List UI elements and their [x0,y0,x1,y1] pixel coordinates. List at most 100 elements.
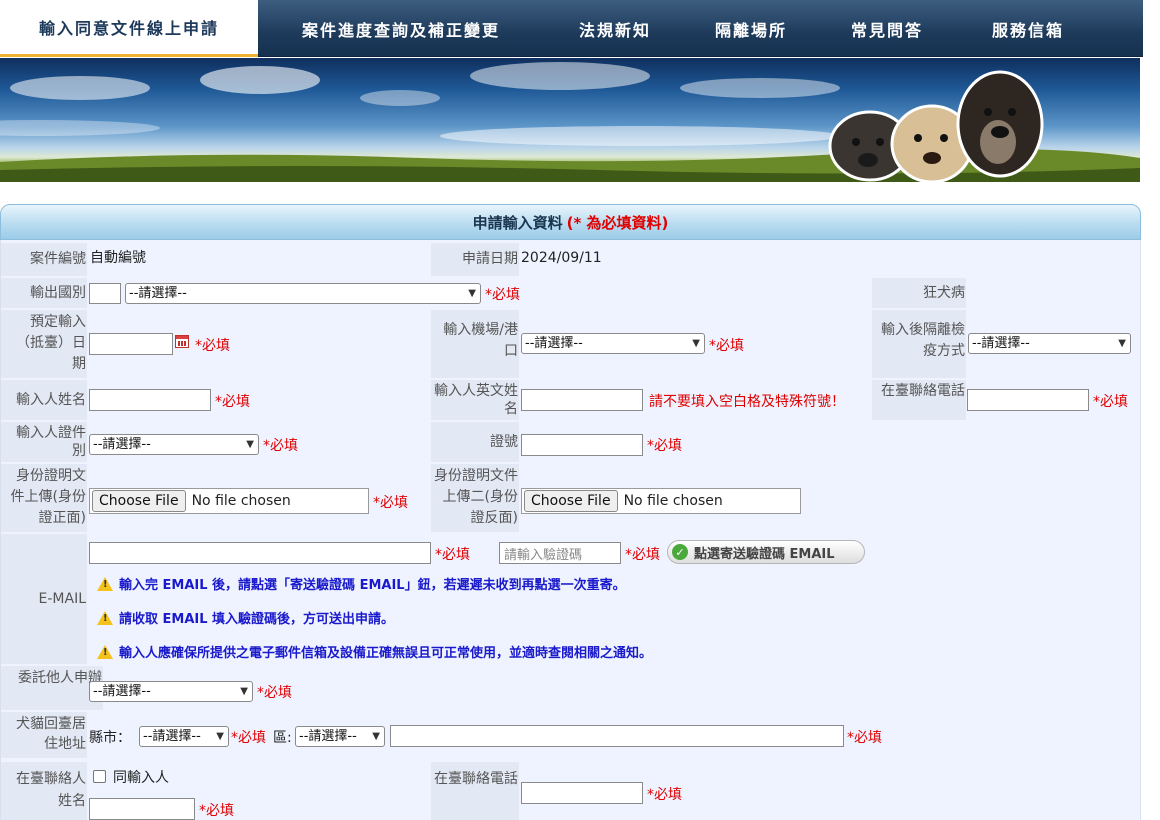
export-country-select-value: --請選擇-- [129,286,187,301]
required-note: (* 為必填資料) [566,213,669,232]
quarantine-method-label: 輸入後隔離檢疫方式 [872,310,966,378]
chevron-down-icon: ▼ [246,439,254,450]
contact-name-input[interactable] [89,798,195,820]
id-front-file-input[interactable]: Choose File No file chosen [89,488,369,514]
choose-file-button[interactable]: Choose File [524,490,618,512]
importer-name-input[interactable] [89,389,211,411]
warning-icon [97,610,113,625]
import-port-select[interactable]: --請選擇-- ▼ [521,333,705,354]
chevron-down-icon: ▼ [216,731,224,742]
chevron-down-icon: ▼ [468,288,476,299]
required-mark: *必填 [231,730,266,746]
district-label: 區: [273,730,292,746]
delegate-select[interactable]: --請選擇-- ▼ [89,681,253,702]
same-as-importer-label[interactable]: 同輸入人 [113,767,169,787]
notice-text: 輸入完 EMAIL 後，請點選「寄送驗證碼 EMAIL」鈕，若遲遲未收到再點選一… [119,578,626,593]
required-mark: *必填 [1093,394,1128,410]
contact-phone-label: 在臺聯絡電話 [431,762,519,820]
warning-icon [97,644,113,659]
tab-online-application[interactable]: 輸入同意文件線上申請 [0,0,258,57]
required-mark: *必填 [647,438,682,454]
district-select[interactable]: --請選擇-- ▼ [295,726,385,747]
notice-text: 請收取 EMAIL 填入驗證碼後，方可送出申請。 [119,612,395,627]
contact-phone-input[interactable] [521,782,643,804]
required-mark: *必填 [195,338,230,354]
import-port-select-value: --請選擇-- [525,336,583,351]
required-mark: *必填 [215,394,250,410]
tab-case-progress[interactable]: 案件進度查詢及補正變更 [268,0,534,57]
case-no-value: 自動編號 [90,250,146,266]
importer-en-name-label: 輸入人英文姓名 [431,380,519,420]
delegate-label: 委託他人申辦 [1,666,103,710]
importer-en-name-input[interactable] [521,389,643,411]
tw-phone-input[interactable] [967,389,1089,411]
required-mark: *必填 [485,287,520,303]
tab-service-mailbox[interactable]: 服務信箱 [968,0,1088,57]
send-verification-email-button[interactable]: ✓ 點選寄送驗證碼 EMAIL [667,540,865,564]
email-notice: 請收取 EMAIL 填入驗證碼後，方可送出申請。 [97,608,394,627]
apply-date-label: 申請日期 [431,243,519,276]
chevron-down-icon: ▼ [1118,338,1126,349]
city-select-value: --請選擇-- [143,729,201,744]
required-mark: *必填 [199,803,234,819]
export-country-select[interactable]: --請選擇-- ▼ [125,283,481,304]
required-mark: *必填 [847,730,882,746]
file-name: No file chosen [623,493,723,509]
required-mark: *必填 [373,495,408,511]
delegate-select-value: --請選擇-- [93,684,151,699]
city-label: 縣市： [89,730,131,746]
application-form: 案件編號 自動編號 申請日期 2024/09/11 輸出國別 --請選擇-- ▼… [0,240,1141,820]
form-panel-header: 申請輸入資料 (* 為必填資料) [0,204,1141,240]
quarantine-method-select-value: --請選擇-- [972,336,1030,351]
en-name-hint: 請不要填入空白格及特殊符號！ [649,394,845,410]
file-name: No file chosen [191,493,291,509]
top-nav: 輸入同意文件線上申請 案件進度查詢及補正變更 法規新知 隔離場所 常見問答 服務… [0,0,1143,57]
required-mark: *必填 [435,547,470,563]
id-no-label: 證號 [431,422,519,462]
id-type-select[interactable]: --請選擇-- ▼ [89,434,259,455]
contact-name-label: 在臺聯絡人姓名 [1,762,87,820]
calendar-icon[interactable] [175,335,189,348]
required-mark: *必填 [625,547,660,563]
email-notice: 輸入人應確保所提供之電子郵件信箱及設備正確無誤且可正常使用，並適時查閱相關之通知… [97,642,652,661]
address-label: 犬貓回臺居住地址 [1,712,87,758]
email-notice: 輸入完 EMAIL 後，請點選「寄送驗證碼 EMAIL」鈕，若遲遲未收到再點選一… [97,574,626,593]
apply-date-value: 2024/09/11 [521,250,602,266]
banner-image [0,58,1140,182]
case-no-label: 案件編號 [1,243,87,276]
address-detail-input[interactable] [390,725,844,747]
check-icon: ✓ [672,544,688,560]
required-mark: *必填 [257,685,292,701]
tab-quarantine-sites[interactable]: 隔離場所 [696,0,806,57]
tw-phone-label: 在臺聯絡電話 [872,380,966,420]
city-select[interactable]: --請選擇-- ▼ [139,726,229,747]
id-back-file-input[interactable]: Choose File No file chosen [521,488,801,514]
import-date-input[interactable] [89,333,173,355]
required-mark: *必填 [263,438,298,454]
required-mark: *必填 [647,787,682,803]
email-label: E-MAIL [1,534,87,664]
import-port-label: 輸入機場/港口 [431,310,519,378]
importer-name-label: 輸入人姓名 [1,380,87,420]
banner-landscape [0,62,1140,182]
notice-text: 輸入人應確保所提供之電子郵件信箱及設備正確無誤且可正常使用，並適時查閱相關之通知… [119,646,653,661]
form-panel-title: 申請輸入資料 [472,213,563,232]
verification-code-input[interactable]: 請輸入驗證碼 [499,542,621,564]
export-country-code-input[interactable] [89,283,121,304]
tab-regulations[interactable]: 法規新知 [560,0,670,57]
email-input[interactable] [89,542,431,564]
id-back-upload-label: 身份證明文件上傳二(身份證反面) [431,464,519,532]
required-mark: *必填 [709,338,744,354]
same-as-importer-checkbox[interactable] [93,770,106,783]
district-select-value: --請選擇-- [299,729,357,744]
export-country-label: 輸出國別 [1,278,87,308]
id-no-input[interactable] [521,434,643,456]
choose-file-button[interactable]: Choose File [92,490,186,512]
send-button-label: 點選寄送驗證碼 EMAIL [694,546,835,562]
quarantine-method-select[interactable]: --請選擇-- ▼ [968,333,1131,354]
chevron-down-icon: ▼ [240,686,248,697]
tab-faq[interactable]: 常見問答 [832,0,942,57]
rabies-label: 狂犬病 [872,278,966,308]
id-type-select-value: --請選擇-- [93,437,151,452]
import-date-label: 預定輸入（抵臺）日期 [1,310,87,378]
